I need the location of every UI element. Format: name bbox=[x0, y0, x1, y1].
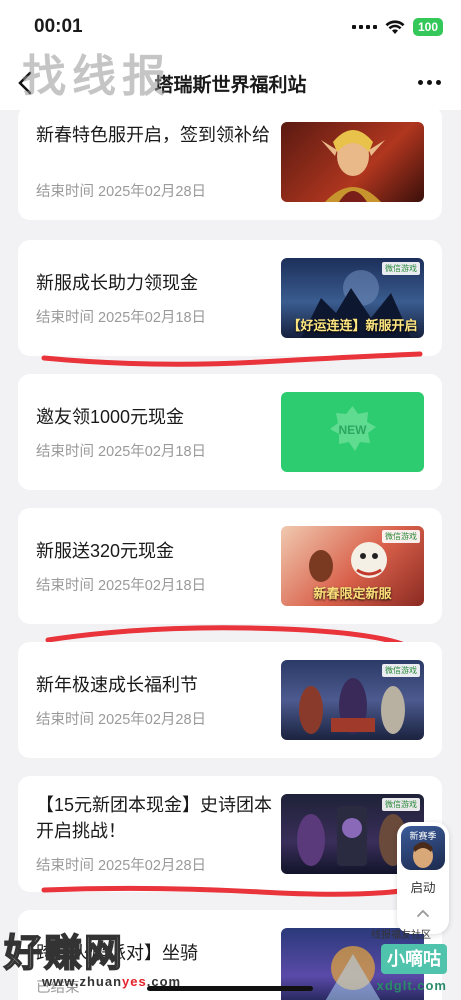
page-title: 塔瑞斯世界福利站 bbox=[154, 75, 307, 96]
status-bar: 00:01 100 bbox=[0, 0, 461, 56]
activity-card[interactable]: 【15元新团本现金】史诗团本开启挑战！ 结束时间 2025年02月28日 微信游… bbox=[18, 776, 442, 892]
thumbnail-tag: 微信游戏 bbox=[382, 664, 420, 677]
card-thumbnail: 微信游戏 bbox=[281, 660, 424, 740]
card-end-date: 结束时间 2025年02月18日 bbox=[36, 310, 207, 326]
launch-game-widget[interactable]: 新赛季 启动 bbox=[397, 822, 449, 934]
thumbnail-tag: 微信游戏 bbox=[382, 798, 420, 811]
launch-button-label[interactable]: 启动 bbox=[397, 877, 449, 896]
thumbnail-caption: 【好运连连】新服开启 bbox=[287, 318, 418, 333]
elf-warrior-illustration bbox=[321, 130, 385, 202]
activity-card[interactable]: 新服成长助力领现金 结束时间 2025年02月18日 微信游戏 【好运连连】新服… bbox=[18, 240, 442, 356]
home-indicator[interactable] bbox=[147, 986, 313, 991]
card-thumbnail: 微信游戏 【好运连连】新服开启 bbox=[281, 258, 424, 338]
watermark-logo-right: 小嘀咕 bbox=[381, 944, 447, 974]
wifi-icon bbox=[385, 20, 405, 34]
status-icons: 100 bbox=[351, 18, 443, 36]
card-title: 新服送320元现金 bbox=[36, 541, 175, 561]
card-title: 邀友领1000元现金 bbox=[36, 407, 185, 427]
game-icon-label: 新赛季 bbox=[409, 831, 437, 841]
thumbnail-caption: NEW bbox=[338, 423, 367, 437]
card-title: 新服成长助力领现金 bbox=[36, 273, 198, 293]
activity-card[interactable]: 新年极速成长福利节 结束时间 2025年02月28日 微信游戏 bbox=[18, 642, 442, 758]
battery-badge: 100 bbox=[412, 18, 443, 36]
thumbnail-tag: 微信游戏 bbox=[382, 262, 420, 275]
activity-card[interactable]: 新服送320元现金 结束时间 2025年02月18日 微信游戏 新春限定新服 bbox=[18, 508, 442, 624]
card-thumbnail bbox=[281, 122, 424, 202]
thumbnail-tag: 微信游戏 bbox=[382, 530, 420, 543]
thumbnail-caption: 新春限定新服 bbox=[313, 586, 392, 601]
activity-card[interactable]: 新春特色服开启，签到领补给 结束时间 2025年02月28日 bbox=[18, 106, 442, 220]
card-end-date: 结束时间 2025年02月28日 bbox=[36, 712, 207, 728]
card-thumbnail: NEW bbox=[281, 392, 424, 472]
card-title: 新春特色服开启，签到领补给 bbox=[36, 125, 270, 145]
more-options-icon[interactable] bbox=[418, 80, 441, 85]
card-title: 新年极速成长福利节 bbox=[36, 675, 198, 695]
card-title: 跨年火焰派对】坐骑 bbox=[36, 943, 198, 963]
cellular-signal-icon bbox=[351, 25, 377, 29]
game-app-icon[interactable]: 新赛季 bbox=[401, 826, 445, 870]
status-time: 00:01 bbox=[34, 16, 83, 37]
card-end-date: 结束时间 2025年02月18日 bbox=[36, 444, 207, 460]
card-end-date: 结束时间 2025年02月18日 bbox=[36, 578, 207, 594]
watermark-url-right: xdglt.com bbox=[376, 978, 447, 993]
card-thumbnail: 微信游戏 新春限定新服 bbox=[281, 526, 424, 606]
card-title: 【15元新团本现金】史诗团本开启挑战！ bbox=[36, 795, 273, 841]
chevron-up-icon[interactable] bbox=[416, 908, 430, 918]
watermark-caption-right: 线报福友社区 bbox=[371, 930, 431, 941]
activity-card[interactable]: 邀友领1000元现金 结束时间 2025年02月18日 NEW bbox=[18, 374, 442, 490]
card-end-date: 结束时间 2025年02月28日 bbox=[36, 858, 207, 874]
nav-bar: 塔瑞斯世界福利站 bbox=[0, 56, 461, 110]
card-end-date: 结束时间 2025年02月28日 bbox=[36, 184, 207, 200]
